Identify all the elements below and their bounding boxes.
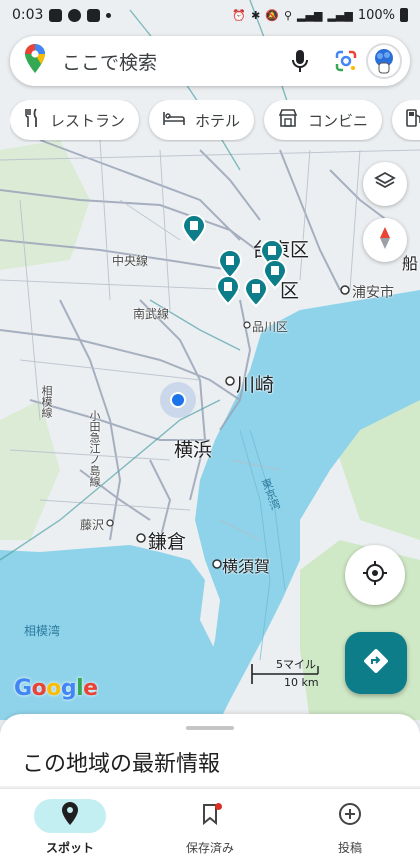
google-lens-icon[interactable]: [326, 41, 366, 81]
signal-icon: ▂▄▆: [327, 8, 353, 22]
chip-gas-station[interactable]: ガ: [392, 100, 420, 140]
map-scale: 5マイル 10 km: [250, 656, 320, 692]
google-maps-pin-icon: [24, 44, 46, 78]
directions-icon: [363, 648, 389, 678]
compass-icon: [378, 226, 392, 254]
saved-place-pin[interactable]: [181, 214, 207, 245]
compass-button[interactable]: [363, 218, 407, 262]
nav-label: 投稿: [337, 841, 362, 855]
status-time: 0:03: [12, 7, 44, 23]
battery-percent: 100%: [357, 7, 395, 23]
sheet-drag-handle[interactable]: [186, 726, 234, 730]
chip-convenience-store[interactable]: コンビニ: [264, 100, 383, 140]
scale-km: 10 km: [284, 676, 319, 689]
saved-place-pin[interactable]: [243, 277, 269, 308]
instagram-notification-icon: [87, 8, 101, 22]
nav-contribute[interactable]: 投稿: [280, 789, 420, 868]
microphone-icon[interactable]: [280, 41, 320, 81]
search-input[interactable]: ここで検索: [62, 48, 274, 75]
nav-saved[interactable]: 保存済み: [140, 789, 280, 868]
gas-pump-icon: [406, 109, 420, 131]
saved-place-pin[interactable]: [215, 275, 241, 306]
crosshair-icon: [362, 560, 388, 590]
more-notifications-dot: [106, 12, 112, 18]
bottom-navigation: スポット 保存済み 投稿: [0, 788, 420, 868]
chip-label: ホテル: [195, 111, 241, 130]
n-notification-icon: [68, 8, 82, 22]
nav-saved-indicator: [174, 799, 246, 833]
search-bar[interactable]: ここで検索: [10, 36, 410, 86]
nav-contribute-indicator: [314, 799, 386, 833]
alarm-icon: ⏰: [232, 8, 247, 22]
location-pin-icon: [61, 802, 79, 830]
chip-label: レストラン: [50, 111, 126, 130]
layers-button[interactable]: [363, 162, 407, 206]
layers-icon: [374, 171, 396, 197]
gallery-notification-icon: [49, 8, 63, 22]
nav-label: スポット: [45, 841, 94, 855]
status-right: ⏰ ✱ 🔕 ⚲ ▂▄▆ ▂▄▆ 100%: [232, 8, 408, 23]
bed-icon: [163, 110, 185, 130]
mute-icon: 🔕: [265, 8, 279, 22]
add-circle-icon: [338, 802, 362, 830]
location-icon: ⚲: [283, 8, 293, 22]
chip-hotel[interactable]: ホテル: [149, 100, 255, 140]
directions-button[interactable]: [345, 632, 407, 694]
signal-icon: ▂▄▆: [297, 8, 323, 22]
nav-explore[interactable]: スポット: [0, 789, 140, 868]
fork-knife-icon: [24, 108, 40, 132]
my-location-button[interactable]: [345, 545, 405, 605]
nav-label: 保存済み: [185, 841, 234, 855]
status-left: 0:03: [12, 7, 112, 23]
avatar[interactable]: [366, 43, 402, 79]
bluetooth-icon: ✱: [251, 8, 261, 22]
notification-dot: [215, 803, 222, 810]
google-logo: Google: [14, 676, 98, 701]
chip-restaurant[interactable]: レストラン: [10, 100, 140, 140]
store-icon: [278, 109, 298, 131]
status-bar: 0:03 ⏰ ✱ 🔕 ⚲ ▂▄▆ ▂▄▆ 100%: [0, 0, 420, 30]
sheet-title: この地域の最新情報: [22, 752, 221, 777]
scale-miles: 5マイル: [276, 658, 316, 671]
chip-label: コンビニ: [308, 111, 369, 130]
category-chips: レストラン ホテル コンビニ ガ: [10, 100, 420, 142]
battery-icon: [400, 8, 408, 22]
nav-explore-indicator: [34, 799, 106, 833]
